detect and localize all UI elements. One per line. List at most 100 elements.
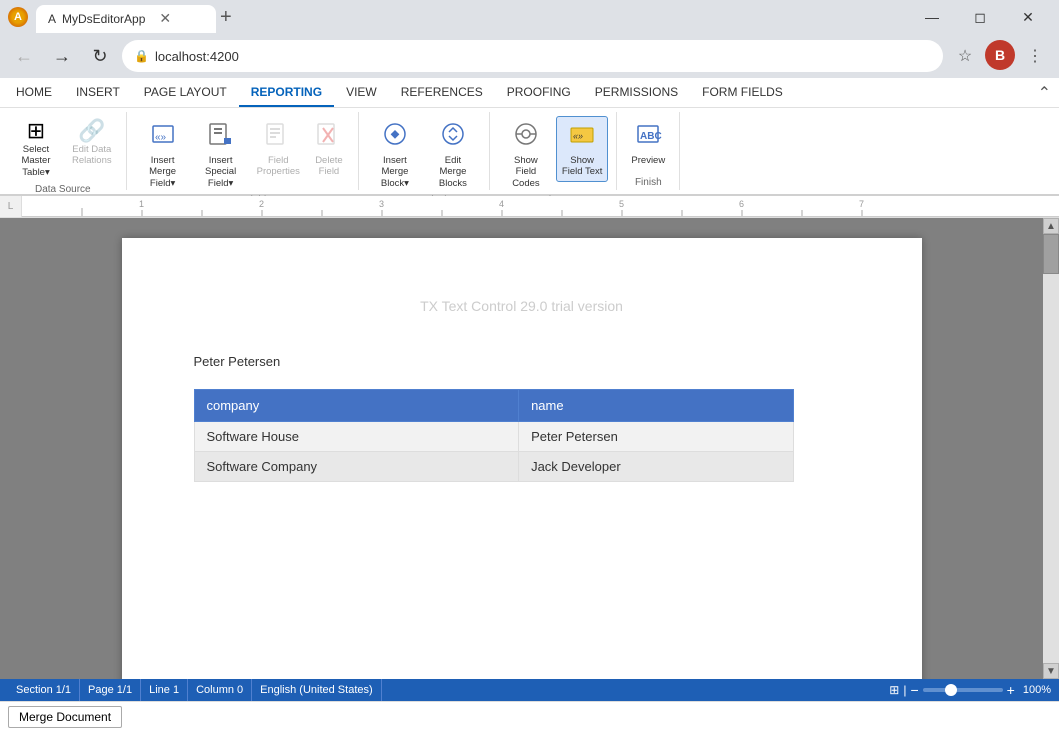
ribbon-group-finish: ABC Preview Finish: [617, 112, 680, 190]
field-properties-label: FieldProperties: [257, 155, 300, 178]
insert-merge-block-label: InsertMerge Block▾: [373, 155, 417, 189]
relations-icon: 🔗: [78, 120, 105, 142]
zoom-separator: |: [903, 683, 906, 697]
insert-merge-field-button[interactable]: «» InsertMerge Field▾: [135, 116, 191, 193]
show-field-text-icon: «»: [568, 120, 596, 153]
tab-home[interactable]: HOME: [4, 78, 64, 107]
svg-text:ABC: ABC: [640, 131, 662, 142]
tab-proofing[interactable]: PROOFING: [495, 78, 583, 107]
tab-favicon: A: [48, 12, 56, 26]
minimize-button[interactable]: —: [909, 2, 955, 32]
person-name: Peter Petersen: [194, 354, 850, 369]
data-source-buttons: ⊞ Select MasterTable▾ 🔗 Edit DataRelatio…: [8, 114, 118, 182]
insert-merge-field-icon: «»: [149, 120, 177, 153]
ribbon-group-data-source: ⊞ Select MasterTable▾ 🔗 Edit DataRelatio…: [0, 112, 127, 190]
address-bar-right: ☆ B ⋮: [949, 40, 1051, 72]
url-bar[interactable]: 🔒 localhost:4200: [122, 40, 943, 72]
tab-reporting[interactable]: REPORTING: [239, 78, 334, 107]
address-bar: ← → ↻ 🔒 localhost:4200 ☆ B ⋮: [0, 34, 1059, 78]
delete-field-label: DeleteField: [315, 155, 342, 178]
merge-fields-buttons: «» InsertMerge Field▾ Insert SpecialFiel…: [135, 114, 350, 193]
ribbon: ⊞ Select MasterTable▾ 🔗 Edit DataRelatio…: [0, 108, 1059, 196]
forward-button[interactable]: →: [46, 40, 78, 72]
select-master-table-button[interactable]: ⊞ Select MasterTable▾: [8, 116, 64, 182]
scroll-thumb[interactable]: [1043, 234, 1059, 274]
svg-text:«»: «»: [573, 131, 583, 141]
lock-icon: 🔒: [134, 49, 149, 63]
tab-form-fields[interactable]: FORM FIELDS: [690, 78, 795, 107]
vertical-scrollbar[interactable]: ▲ ▼: [1043, 218, 1059, 679]
show-field-codes-button[interactable]: Show FieldCodes: [498, 116, 554, 193]
svg-text:1: 1: [139, 199, 144, 209]
status-right: ⊞ | − + 100%: [889, 682, 1051, 698]
close-button[interactable]: ✕: [1005, 2, 1051, 32]
zoom-slider[interactable]: [923, 688, 1003, 692]
menu-button[interactable]: ⋮: [1019, 40, 1051, 72]
edit-merge-blocks-button[interactable]: Edit MergeBlocks: [425, 116, 481, 193]
back-button[interactable]: ←: [8, 40, 40, 72]
table-cell-name-1: Peter Petersen: [519, 422, 793, 452]
active-tab[interactable]: A MyDsEditorApp ✕: [36, 5, 216, 33]
profile-button[interactable]: B: [985, 40, 1015, 70]
scroll-down-button[interactable]: ▼: [1043, 663, 1059, 679]
url-text: localhost:4200: [155, 49, 239, 64]
svg-text:4: 4: [499, 199, 504, 209]
zoom-level: 100%: [1023, 684, 1051, 696]
tab-title: MyDsEditorApp: [62, 12, 145, 26]
table-cell-company-1: Software House: [194, 422, 519, 452]
refresh-button[interactable]: ↻: [84, 40, 116, 72]
document-area: TX Text Control 29.0 trial version Peter…: [0, 218, 1059, 679]
ribbon-collapse-button[interactable]: ⌃: [1034, 79, 1055, 107]
field-properties-icon: [264, 120, 292, 153]
browser-logo: A: [8, 7, 28, 27]
preview-button[interactable]: ABC Preview: [625, 116, 671, 170]
zoom-controls: ⊞ | − + 100%: [889, 682, 1051, 698]
merge-button-bar: Merge Document: [0, 701, 1059, 731]
tab-references[interactable]: REFERENCES: [389, 78, 495, 107]
merge-document-button[interactable]: Merge Document: [8, 706, 122, 728]
data-table: company name Software House Peter Peters…: [194, 389, 794, 482]
insert-merge-field-label: InsertMerge Field▾: [141, 155, 185, 189]
show-field-text-button[interactable]: «» ShowField Text: [556, 116, 608, 182]
scroll-up-button[interactable]: ▲: [1043, 218, 1059, 234]
svg-text:«»: «»: [155, 132, 167, 143]
ribbon-tab-bar: HOME INSERT PAGE LAYOUT REPORTING VIEW R…: [0, 78, 1059, 108]
scroll-track[interactable]: [1043, 234, 1059, 663]
bookmark-button[interactable]: ☆: [949, 40, 981, 72]
tab-view[interactable]: VIEW: [334, 78, 389, 107]
delete-field-button[interactable]: DeleteField: [308, 116, 350, 182]
table-cell-name-2: Jack Developer: [519, 452, 793, 482]
watermark-text: TX Text Control 29.0 trial version: [194, 298, 850, 314]
document: TX Text Control 29.0 trial version Peter…: [122, 238, 922, 679]
field-properties-button[interactable]: FieldProperties: [251, 116, 306, 182]
new-tab-button[interactable]: +: [216, 2, 236, 33]
svg-text:2: 2: [259, 199, 264, 209]
tab-bar: A MyDsEditorApp ✕ +: [36, 2, 901, 33]
title-bar: A A MyDsEditorApp ✕ + — ◻ ✕: [0, 0, 1059, 34]
document-scroll[interactable]: TX Text Control 29.0 trial version Peter…: [0, 218, 1043, 679]
document-content: Peter Petersen company name Software: [194, 354, 850, 482]
tab-insert[interactable]: INSERT: [64, 78, 132, 107]
tab-close-button[interactable]: ✕: [159, 10, 171, 27]
edit-data-relations-button[interactable]: 🔗 Edit DataRelations: [66, 116, 118, 171]
status-page: Page 1/1: [80, 679, 141, 701]
tab-permissions[interactable]: PERMISSIONS: [583, 78, 690, 107]
app-area: HOME INSERT PAGE LAYOUT REPORTING VIEW R…: [0, 78, 1059, 731]
status-section: Section 1/1: [8, 679, 80, 701]
ribbon-group-view: Show FieldCodes «» ShowField Text View: [490, 112, 617, 190]
tab-page-layout[interactable]: PAGE LAYOUT: [132, 78, 239, 107]
table-row: Software House Peter Petersen: [194, 422, 793, 452]
status-column: Column 0: [188, 679, 252, 701]
maximize-button[interactable]: ◻: [957, 2, 1003, 32]
insert-merge-block-button[interactable]: InsertMerge Block▾: [367, 116, 423, 193]
show-field-codes-label: Show FieldCodes: [504, 155, 548, 189]
zoom-out-button[interactable]: −: [910, 682, 918, 698]
select-master-table-label: Select MasterTable▾: [14, 144, 58, 178]
table-header-company: company: [194, 390, 519, 422]
svg-text:3: 3: [379, 199, 384, 209]
insert-special-field-button[interactable]: Insert SpecialField▾: [193, 116, 249, 193]
table-row: Software Company Jack Developer: [194, 452, 793, 482]
zoom-in-button[interactable]: +: [1007, 682, 1015, 698]
finish-group-label: Finish: [635, 175, 662, 188]
svg-text:6: 6: [739, 199, 744, 209]
